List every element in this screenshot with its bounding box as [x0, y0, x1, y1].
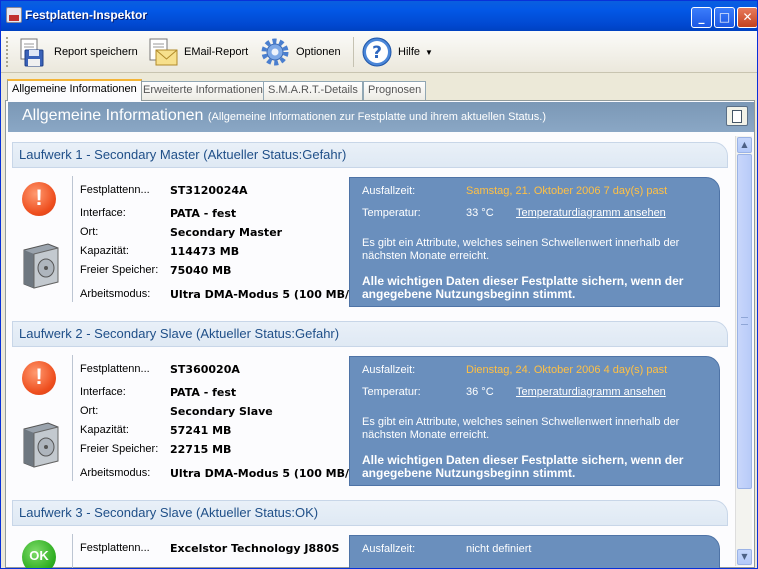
- temperature-value: 36 °C: [466, 386, 494, 398]
- interface-label: Interface:: [80, 386, 126, 398]
- interface-label: Interface:: [80, 207, 126, 219]
- section-title-text: Allgemeine Informationen: [22, 107, 204, 124]
- mode-value: Ultra DMA-Modus 5 (100 MB/s): [170, 467, 361, 480]
- help-button[interactable]: ? Hilfe ▼: [361, 34, 433, 70]
- tab-general[interactable]: Allgemeine Informationen: [7, 79, 142, 101]
- tab-extended[interactable]: Erweiterte Informationen: [138, 81, 268, 100]
- failure-value: nicht definiert: [466, 543, 532, 555]
- status-note: Es gibt ein Attribute, welches seinen Sc…: [362, 416, 680, 441]
- section-subtitle: (Allgemeine Informationen zur Festplatte…: [207, 111, 547, 123]
- drive-header[interactable]: Laufwerk 3 - Secondary Slave (Aktueller …: [12, 500, 728, 526]
- scroll-up-arrow[interactable]: ▲: [737, 137, 752, 153]
- drive-header[interactable]: Laufwerk 2 - Secondary Slave (Aktueller …: [12, 321, 728, 347]
- capacity-label: Kapazität:: [80, 245, 129, 257]
- status-info-box: Ausfallzeit: nicht definiert: [349, 535, 720, 568]
- minimize-button[interactable]: _: [691, 7, 712, 28]
- tab-bar: Allgemeine Informationen Erweiterte Info…: [5, 79, 755, 101]
- free-space-label: Freier Speicher:: [80, 443, 159, 455]
- svg-text:?: ?: [372, 43, 382, 63]
- model-label: Festplattenn...: [80, 184, 150, 196]
- drive-card: Laufwerk 1 - Secondary Master (Aktueller…: [12, 136, 730, 314]
- gear-icon: [261, 38, 289, 66]
- mode-label: Arbeitsmodus:: [80, 288, 151, 300]
- location-value: Secondary Slave: [170, 405, 273, 418]
- save-report-icon: [20, 38, 44, 67]
- temperature-label: Temperatur:: [362, 386, 421, 398]
- model-value: ST3120024A: [170, 184, 248, 197]
- drive-card: Laufwerk 3 - Secondary Slave (Aktueller …: [12, 494, 730, 568]
- scroll-down-arrow[interactable]: ▼: [737, 549, 752, 565]
- maximize-button[interactable]: □: [714, 7, 735, 28]
- divider: [72, 176, 73, 302]
- failure-value: Samstag, 21. Oktober 2006 7 day(s) past: [466, 185, 668, 197]
- hard-disk-icon: [23, 422, 59, 468]
- model-label: Festplattenn...: [80, 542, 150, 554]
- drive-header[interactable]: Laufwerk 1 - Secondary Master (Aktueller…: [12, 142, 728, 168]
- save-report-label: Report speichern: [54, 46, 138, 58]
- tab-smart[interactable]: S.M.A.R.T.-Details: [263, 81, 363, 100]
- model-value: Excelstor Technology J880S: [170, 542, 340, 555]
- interface-value: PATA - fest: [170, 207, 237, 220]
- vertical-scrollbar[interactable]: ▲ ▼: [735, 136, 752, 566]
- drive-list: Laufwerk 1 - Secondary Master (Aktueller…: [9, 136, 733, 568]
- title-bar[interactable]: Festplatten-Inspektor _ □ ✕: [1, 1, 757, 31]
- location-value: Secondary Master: [170, 226, 283, 239]
- capacity-label: Kapazität:: [80, 424, 129, 436]
- email-report-label: EMail-Report: [184, 46, 249, 58]
- failure-label: Ausfallzeit:: [362, 364, 416, 376]
- temperature-chart-link[interactable]: Temperaturdiagramm ansehen: [516, 386, 666, 398]
- window-title: Festplatten-Inspektor: [25, 8, 148, 22]
- app-window: Festplatten-Inspektor _ □ ✕ Report speic…: [0, 0, 758, 569]
- status-info-box: Ausfallzeit: Samstag, 21. Oktober 2006 7…: [349, 177, 720, 307]
- help-label: Hilfe: [398, 46, 421, 58]
- temperature-label: Temperatur:: [362, 207, 421, 219]
- save-report-button[interactable]: Report speichern: [17, 34, 138, 70]
- free-space-value: 75040 MB: [170, 264, 232, 277]
- capacity-value: 114473 MB: [170, 245, 240, 258]
- divider: [72, 534, 73, 568]
- warning-icon: !: [22, 182, 56, 216]
- model-label: Festplattenn...: [80, 363, 150, 375]
- mode-value: Ultra DMA-Modus 5 (100 MB/s): [170, 288, 361, 301]
- tab-forecasts[interactable]: Prognosen: [363, 81, 427, 100]
- location-label: Ort:: [80, 226, 99, 238]
- temperature-value: 33 °C: [466, 207, 494, 219]
- section-title: Allgemeine Informationen (Allgemeine Inf…: [22, 107, 546, 125]
- drive-card: Laufwerk 2 - Secondary Slave (Aktueller …: [12, 315, 730, 493]
- status-info-box: Ausfallzeit: Dienstag, 24. Oktober 2006 …: [349, 356, 720, 486]
- capacity-value: 57241 MB: [170, 424, 232, 437]
- location-label: Ort:: [80, 405, 99, 417]
- free-space-value: 22715 MB: [170, 443, 232, 456]
- failure-value: Dienstag, 24. Oktober 2006 4 day(s) past: [466, 364, 668, 376]
- free-space-label: Freier Speicher:: [80, 264, 159, 276]
- interface-value: PATA - fest: [170, 386, 237, 399]
- email-report-button[interactable]: EMail-Report: [147, 34, 248, 70]
- temperature-chart-link[interactable]: Temperaturdiagramm ansehen: [516, 207, 666, 219]
- section-header: Allgemeine Informationen (Allgemeine Inf…: [8, 102, 754, 132]
- close-button[interactable]: ✕: [737, 7, 757, 28]
- chevron-down-icon: ▼: [425, 47, 433, 57]
- divider: [72, 355, 73, 481]
- failure-label: Ausfallzeit:: [362, 185, 416, 197]
- notes-icon[interactable]: [726, 106, 748, 126]
- warning-icon: !: [22, 361, 56, 395]
- status-note: Es gibt ein Attribute, welches seinen Sc…: [362, 237, 680, 262]
- app-icon: [6, 7, 22, 23]
- failure-label: Ausfallzeit:: [362, 543, 416, 555]
- toolbar-separator: [353, 37, 354, 67]
- toolbar-grip[interactable]: [6, 37, 9, 67]
- status-warning: Alle wichtigen Daten dieser Festplatte s…: [362, 453, 684, 480]
- options-button[interactable]: Optionen: [259, 34, 341, 70]
- mode-label: Arbeitsmodus:: [80, 467, 151, 479]
- options-label: Optionen: [296, 46, 341, 58]
- email-icon: [149, 38, 178, 66]
- ok-status-icon: OK: [22, 540, 56, 568]
- status-warning: Alle wichtigen Daten dieser Festplatte s…: [362, 274, 684, 301]
- model-value: ST360020A: [170, 363, 240, 376]
- help-icon: ?: [362, 37, 392, 67]
- scroll-thumb[interactable]: [737, 154, 752, 489]
- hard-disk-icon: [23, 243, 59, 289]
- toolbar: Report speichern EMail-Report Optionen ?…: [1, 31, 757, 73]
